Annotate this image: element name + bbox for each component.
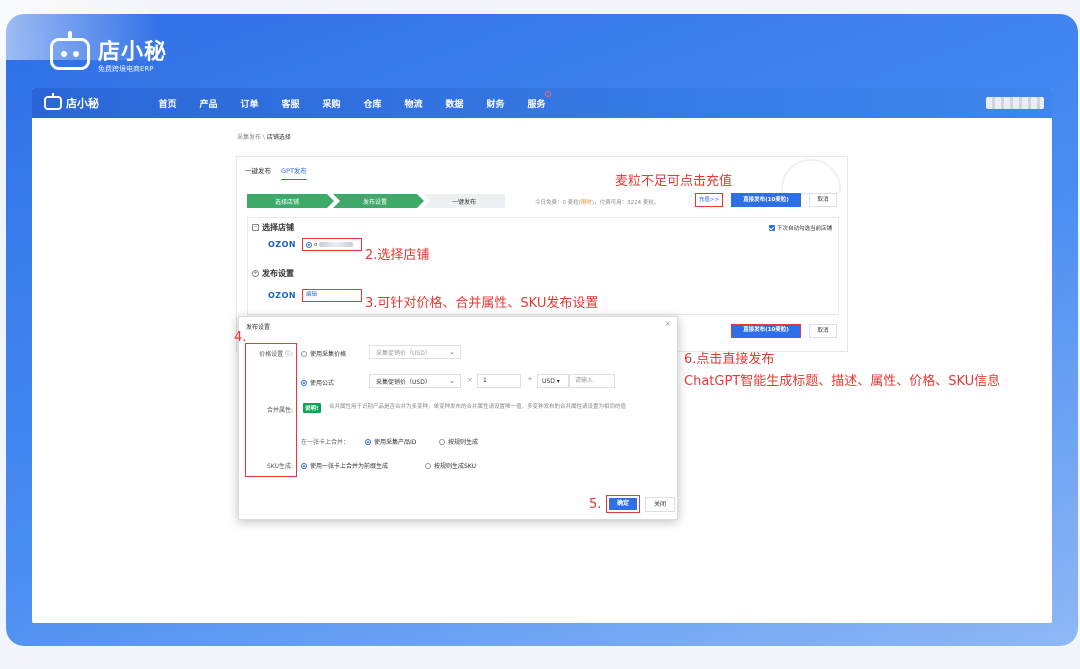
shop-section-title[interactable]: − 选择店铺 [252,222,294,233]
annotation-publish: 6.点击直接发布 [684,352,775,367]
nav-item-data[interactable]: 数据 [434,97,475,110]
price-settings-label: 价格设置 ⓘ: [259,351,293,358]
radio-icon [439,438,445,445]
quota-rest: )，付费可用：3224 麦粒。 [591,200,660,206]
radio-selected-icon [301,379,307,386]
plus-sign: + [527,375,533,383]
nav-item-service[interactable]: 客服 [270,97,311,110]
step-publish-settings: 发布设置 [333,194,424,208]
shop-option[interactable]: o [302,238,362,251]
sku-gen-label: SKU生成: [267,463,293,470]
radio-icon [425,462,431,469]
multiply-sign: × [467,376,473,384]
nav-item-products[interactable]: 产品 [188,97,229,110]
chevron-down-icon: ⌄ [449,348,455,356]
formula-price-select[interactable]: 采集促销价（USD） ⌄ [369,374,461,388]
merge-card-label: 在一张卡上合并： [301,439,350,446]
notification-dot-icon [545,90,551,97]
tip-text: 合并属性用于识别产品是否合并为多变种，单变种发布的合并属性请设置唯一值，多变种发… [329,404,627,410]
opt-merge-by-rule[interactable]: 按规则生成 [439,437,478,446]
collapse-icon: − [252,224,259,231]
merge-attr-label: 合并属性: [266,407,293,414]
watermark-logo-icon [781,159,841,195]
top-navigation: 店小秘 首页 产品 订单 客服 采购 仓库 物流 数据 财务 服务 [32,88,1052,118]
breadcrumb-current: 店铺选择 [266,134,291,141]
publish-section-title[interactable]: + 发布设置 [252,268,294,279]
cancel-button-top[interactable]: 取消 [809,193,837,207]
quota-text: 今日免费：0 麦粒(限时)，付费可用：3224 麦粒。 [535,198,659,206]
tab-one-click-publish[interactable]: 一键发布 [245,165,271,180]
brand-subtitle: 免费跨境电商ERP [98,65,154,73]
nav-menu: 首页 产品 订单 客服 采购 仓库 物流 数据 财务 服务 [147,90,557,110]
currency-select[interactable]: USD ▾ [537,374,569,388]
quota-free: 今日免费：0 麦粒( [535,200,581,206]
nav-item-services: 服务 [527,99,546,110]
annotation-settings: 3.可针对价格、合并属性、SKU发布设置 [365,296,599,311]
publish-settings-dialog: 发布设置 × 价格设置 ⓘ: 使用采集价格 采集促销价（USD） ⌄ 使用公式 采… [238,316,678,520]
brand-name: 店小秘 [98,40,168,65]
opt-collected-price[interactable]: 使用采集价格 [301,349,346,358]
nav-item-orders[interactable]: 订单 [229,97,270,110]
nav-item-finance[interactable]: 财务 [475,97,516,110]
annotation-step4: 4. [234,330,247,345]
collected-price-select[interactable]: 采集促销价（USD） ⌄ [369,345,461,359]
recharge-link[interactable]: 充值>> [695,193,723,207]
edit-settings-link[interactable]: 编辑 [302,289,362,302]
opt-sku-by-rule[interactable]: 按规则生成SKU [425,461,476,470]
publish-direct-button-bottom[interactable]: 直接发布(10麦粒) [731,324,801,338]
nav-logo[interactable]: 店小秘 [32,93,137,111]
opt-sku-merge-prefix[interactable]: 使用一张卡上合并为前缀生成 [301,461,388,470]
shop-name-blurred [319,242,354,247]
expand-icon: + [252,270,259,277]
nav-item-logistics[interactable]: 物流 [393,97,434,110]
nav-item-warehouse[interactable]: 仓库 [352,97,393,110]
chevron-down-icon: ⌄ [449,377,455,385]
ozon-logo: OZON [268,291,297,300]
checkbox-checked-icon [768,225,775,231]
nav-item-services-wrap[interactable]: 服务 [516,90,557,110]
quota-limited: 限时 [580,200,592,206]
ozon-logo: OZON [268,240,297,249]
annotation-select-shop: 2.选择店铺 [365,248,430,263]
shop-name-prefix: o [314,241,318,248]
tip-badge: 说明! [303,403,321,413]
confirm-button[interactable]: 确定 [606,495,640,513]
publish-direct-button-top[interactable]: 直接发布(10麦粒) [731,193,801,207]
breadcrumb: 采集发布 \ 店铺选择 [237,132,291,141]
annotation-recharge: 麦粒不足可点击充值 [615,174,733,189]
opt-formula[interactable]: 使用公式 [301,378,334,387]
step-select-shop: 选择店铺 [247,194,334,208]
breadcrumb-parent[interactable]: 采集发布 [237,134,261,141]
amount-input[interactable]: 请输入 [569,374,615,388]
annotation-gpt: ChatGPT智能生成标题、描述、属性、价格、SKU信息 [684,374,1001,389]
robot-logo-icon [50,31,90,70]
tab-bar: 一键发布 GPT发布 [245,165,307,180]
close-icon[interactable]: × [664,319,671,328]
cancel-button-bottom[interactable]: 取消 [809,324,837,338]
radio-selected-icon [306,241,312,248]
radio-selected-icon [301,462,307,469]
nav-item-home[interactable]: 首页 [147,97,188,110]
dialog-title: 发布设置 [246,324,271,331]
step-one-click-publish: 一键发布 [423,194,505,208]
user-account-blurred[interactable] [986,97,1044,109]
robot-logo-icon [44,93,62,110]
nav-item-purchase[interactable]: 采购 [311,97,352,110]
radio-selected-icon [365,438,371,445]
factor-input[interactable]: 1 [477,374,521,388]
tab-gpt-publish[interactable]: GPT发布 [281,165,307,180]
annotation-step5: 5. [589,497,602,512]
brand-logo: 店小秘 免费跨境电商ERP [50,31,168,74]
opt-use-product-id[interactable]: 使用采集产品ID [365,437,416,446]
radio-icon [301,350,307,357]
auto-select-checkbox[interactable]: 下次自动勾选当前店铺 [768,224,832,232]
nav-logo-text: 店小秘 [66,97,99,110]
app-screen: 店小秘 首页 产品 订单 客服 采购 仓库 物流 数据 财务 服务 采集发布 \… [32,88,1052,623]
close-button[interactable]: 关闭 [645,497,675,512]
step-progress: 选择店铺 发布设置 一键发布 [247,194,505,208]
